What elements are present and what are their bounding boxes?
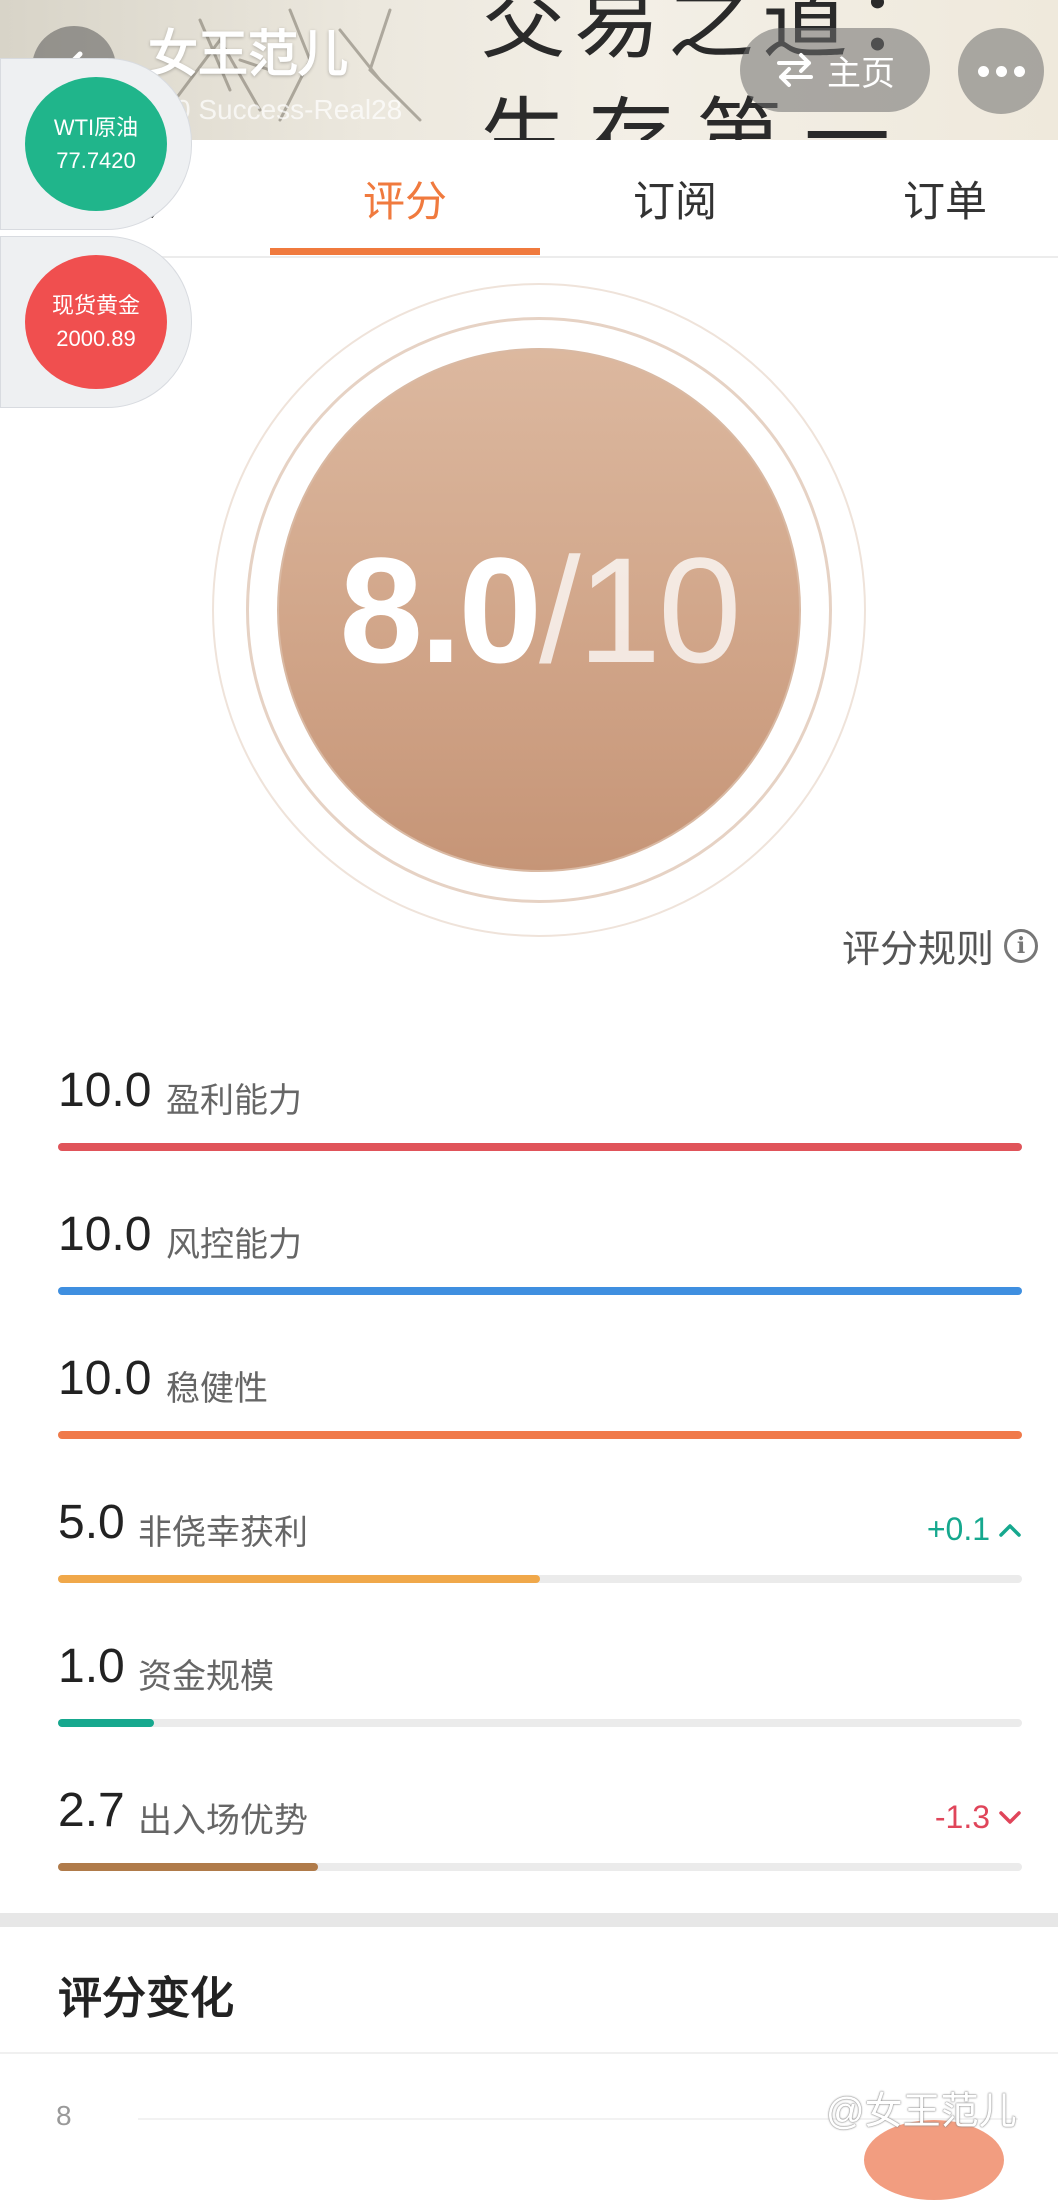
metric-label: 非侥幸获利 — [138, 1514, 308, 1552]
info-icon: i — [1004, 928, 1038, 963]
metric-label: 资金规模 — [138, 1658, 274, 1696]
score-circle: 8.0/10 — [277, 348, 801, 872]
metric-bar-fill — [58, 1719, 155, 1727]
metric-label: 盈利能力 — [166, 1082, 302, 1120]
metric-bar-track — [58, 1863, 1022, 1871]
metric-score: 5.0 — [58, 1496, 125, 1549]
more-dot — [1013, 65, 1025, 77]
metric-label: 稳健性 — [166, 1370, 268, 1408]
metric-bar-fill — [58, 1863, 319, 1871]
metric-change-value: -1.3 — [934, 1799, 990, 1835]
chevron-down-icon — [999, 1810, 1021, 1824]
metric-bar-track — [58, 1575, 1022, 1583]
watermark: @女王范儿 — [826, 2091, 1017, 2133]
section-divider — [0, 1913, 1058, 1927]
tab-score[interactable]: 评分 — [270, 140, 540, 256]
metric-bar-fill — [58, 1431, 1022, 1439]
metric-row: 5.0 非侥幸获利 +0.1 — [58, 1495, 1022, 1605]
metric-change: -1.3 — [935, 1799, 1022, 1836]
metric-score: 10.0 — [58, 1064, 152, 1117]
metric-bar-fill — [58, 1143, 1022, 1151]
score-value: 8.0 — [339, 525, 542, 694]
metric-change: +0.1 — [927, 1511, 1022, 1548]
metric-change-value: +0.1 — [926, 1511, 990, 1547]
quote-circle: 现货黄金 2000.89 — [25, 255, 167, 389]
more-dot — [995, 65, 1007, 77]
section-separator — [0, 2052, 1058, 2054]
metric-row: 1.0 资金规模 — [58, 1639, 1022, 1749]
metric-bar-fill — [58, 1575, 540, 1583]
metric-row: 2.7 出入场优势 -1.3 — [58, 1783, 1022, 1893]
tab-orders[interactable]: 订单 — [810, 140, 1058, 256]
metric-bar-track — [58, 1143, 1022, 1151]
metric-row: 10.0 风控能力 — [58, 1207, 1022, 1317]
chart-y-tick: 8 — [56, 2100, 72, 2131]
chevron-up-icon — [999, 1523, 1021, 1537]
profile-name: 女王范儿 — [148, 26, 348, 82]
home-button-label: 主页 — [827, 54, 895, 93]
score-rules-label: 评分规则 — [841, 929, 994, 971]
quote-card-gold[interactable]: 现货黄金 2000.89 — [0, 236, 192, 408]
swap-arrows-icon — [777, 53, 813, 87]
more-dot — [977, 65, 989, 77]
metric-bar-fill — [58, 1287, 1022, 1295]
profile-subtitle: 0 Success-Real28 — [175, 94, 403, 125]
metric-score: 10.0 — [58, 1208, 152, 1261]
quote-price: 77.7420 — [56, 148, 136, 173]
active-tab-indicator — [270, 248, 540, 255]
section-title: 评分变化 — [58, 1974, 234, 2023]
metric-row: 10.0 稳健性 — [58, 1351, 1022, 1461]
score-max: /10 — [539, 525, 742, 694]
quote-price: 2000.89 — [56, 326, 136, 351]
quote-circle: WTI原油 77.7420 — [25, 77, 167, 211]
quote-name: 现货黄金 — [51, 293, 140, 318]
quote-name: WTI原油 — [53, 115, 139, 140]
more-button[interactable] — [958, 28, 1044, 114]
score-rules-link[interactable]: 评分规则 i — [842, 918, 1038, 973]
metric-score: 10.0 — [58, 1352, 152, 1405]
metric-row: 10.0 盈利能力 — [58, 1063, 1022, 1173]
metric-bar-track — [58, 1287, 1022, 1295]
quote-card-wti[interactable]: WTI原油 77.7420 — [0, 58, 192, 230]
metric-score: 2.7 — [58, 1784, 125, 1837]
metric-label: 风控能力 — [166, 1226, 302, 1264]
metric-bar-track — [58, 1431, 1022, 1439]
metric-score: 1.0 — [58, 1640, 125, 1693]
metric-label: 出入场优势 — [138, 1802, 308, 1840]
metric-bar-track — [58, 1719, 1022, 1727]
tab-subscribe[interactable]: 订阅 — [540, 140, 810, 256]
overall-score: 8.0/10 — [339, 524, 742, 697]
home-button[interactable]: 主页 — [740, 28, 930, 112]
